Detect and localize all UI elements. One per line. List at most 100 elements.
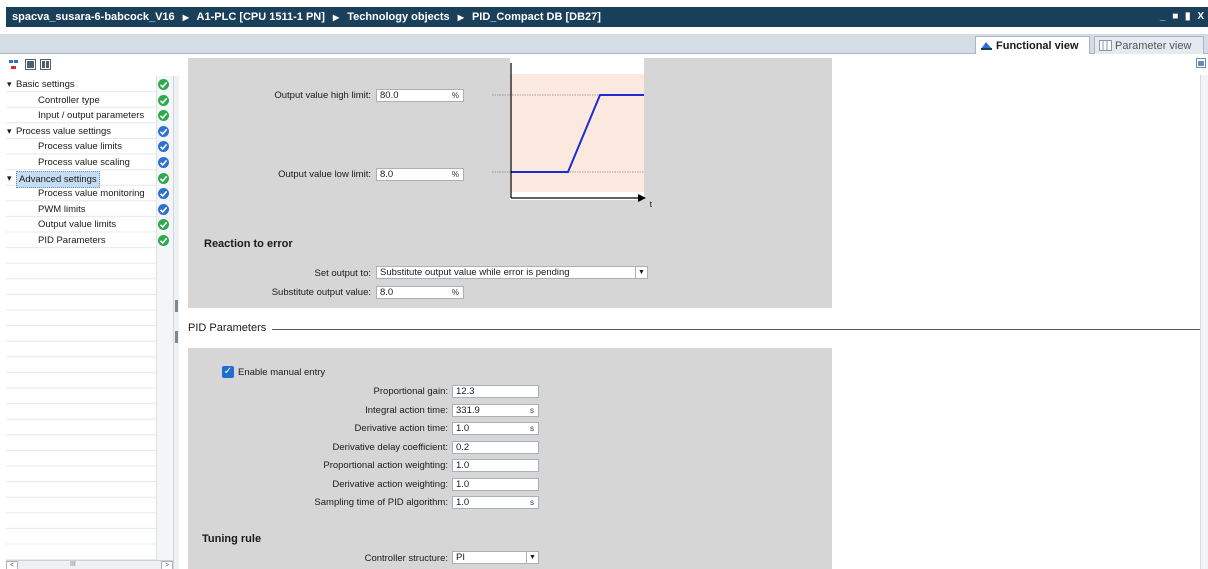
sampling-time-of-pid-algorithm-value: 1.0 [456, 497, 470, 508]
pid-parameters-section-title: PID Parameters [188, 322, 267, 334]
tree-item-process-value-limits[interactable]: Process value limits [6, 139, 173, 155]
time-axis-label: t [650, 200, 652, 208]
tree-item-label: PID Parameters [38, 235, 106, 246]
dropdown-arrow-icon[interactable]: ▼ [526, 552, 538, 563]
tree-horizontal-scrollbar[interactable]: < III > [6, 560, 173, 569]
tree-item-basic-settings[interactable]: ▾ Basic settings [6, 77, 173, 93]
breadcrumb-separator-icon: ▶ [457, 13, 464, 22]
set-output-value: Substitute output value while error is p… [380, 267, 570, 278]
sampling-time-of-pid-algorithm-field[interactable]: 1.0 s [452, 496, 539, 509]
controller-structure-dropdown[interactable]: PI ▼ [452, 551, 539, 564]
output-high-limit-field[interactable]: 80.0 % [376, 89, 464, 102]
enable-manual-entry-label: Enable manual entry [238, 367, 326, 378]
substitute-output-label: Substitute output value: [271, 287, 371, 298]
proportional-action-weighting-value: 1.0 [456, 460, 470, 471]
expand-all-icon[interactable] [25, 59, 36, 70]
dropdown-arrow-icon[interactable]: ▼ [635, 267, 647, 278]
proportional-action-weighting-field[interactable]: 1.0 [452, 459, 539, 472]
status-ok-icon [158, 110, 169, 122]
tree-item-pid-parameters[interactable]: PID Parameters [6, 233, 173, 249]
splitter-collapse-handle[interactable] [175, 300, 178, 312]
tree-item-process-value-monitoring[interactable]: Process value monitoring [6, 186, 173, 202]
derivative-action-weighting-value: 1.0 [456, 478, 470, 490]
proportional-gain-label: Proportional gain: [373, 386, 448, 397]
network-icon[interactable] [8, 59, 19, 70]
output-high-limit-unit: % [451, 91, 459, 100]
output-limits-diagram: t [492, 58, 652, 208]
tree-item-label: Input / output parameters [38, 110, 145, 122]
view-switch-bar: Functional view Parameter view [0, 34, 1208, 54]
output-low-limit-label: Output value low limit: [278, 169, 371, 180]
controller-structure-value: PI [456, 552, 465, 563]
tree-item-label: Process value scaling [38, 157, 130, 168]
scroll-right-button[interactable]: > [161, 561, 173, 569]
tab-functional-view-label: Functional view [996, 40, 1079, 52]
expand-arrow-icon[interactable]: ▾ [7, 171, 12, 186]
pid-parameters-panel: ✓ Enable manual entry Proportional gain:… [188, 348, 832, 569]
tree-item-input-output-parameters[interactable]: Input / output parameters [6, 108, 173, 124]
proportional-gain-field[interactable]: 12.3 [452, 385, 539, 398]
set-output-dropdown[interactable]: Substitute output value while error is p… [376, 266, 648, 279]
tree-item-advanced-settings[interactable]: ▾ Advanced settings [6, 170, 173, 188]
integral-action-time-field[interactable]: 331.9 s [452, 403, 539, 417]
breadcrumb-item-technology-objects[interactable]: Technology objects [347, 11, 449, 23]
tree-item-label: Process value limits [38, 141, 122, 153]
breadcrumb-item-plc[interactable]: A1-PLC [CPU 1511-1 PN] [197, 11, 325, 23]
output-low-limit-field[interactable]: 8.0 % [376, 168, 464, 181]
scroll-left-button[interactable]: < [6, 561, 18, 569]
tree-item-process-value-scaling[interactable]: Process value scaling [6, 155, 173, 171]
tree-item-pwm-limits[interactable]: PWM limits [6, 202, 173, 218]
status-ok-icon [158, 172, 169, 184]
status-ok-icon [158, 235, 169, 246]
breadcrumb-separator-icon: ▶ [332, 13, 340, 22]
sampling-time-of-pid-algorithm-unit: s [530, 498, 534, 507]
output-high-limit-label: Output value high limit: [274, 90, 371, 101]
status-ok-icon [158, 94, 169, 106]
output-high-limit-value: 80.0 [380, 90, 399, 101]
substitute-output-field[interactable]: 8.0 % [376, 286, 464, 299]
integral-action-time-unit: s [530, 405, 534, 415]
derivative-delay-coefficient-field[interactable]: 0.2 [452, 440, 539, 454]
diagram-limit-band [510, 74, 644, 192]
tree-item-process-value-settings[interactable]: ▾ Process value settings [6, 124, 173, 140]
tree-item-label: Process value monitoring [38, 188, 145, 200]
tree-item-label: Process value settings [16, 125, 112, 137]
expand-arrow-icon[interactable]: ▾ [7, 77, 12, 92]
derivative-action-time-unit: s [530, 424, 534, 433]
splitter-expand-handle[interactable] [175, 331, 178, 343]
status-info-icon [158, 188, 169, 200]
derivative-delay-coefficient-label: Derivative delay coefficient: [332, 441, 448, 453]
derivative-action-weighting-label: Derivative action weighting: [332, 478, 448, 490]
enable-manual-entry-checkbox[interactable]: ✓ [222, 366, 234, 378]
breadcrumb-item-pid-compact[interactable]: PID_Compact DB [DB27] [472, 11, 601, 23]
status-info-icon [158, 141, 169, 153]
derivative-action-weighting-field[interactable]: 1.0 [452, 477, 539, 491]
tab-functional-view[interactable]: Functional view [975, 36, 1090, 54]
panel-options-icon[interactable] [1196, 58, 1206, 68]
expand-arrow-icon[interactable]: ▾ [7, 124, 12, 139]
status-ok-icon [158, 79, 169, 90]
substitute-output-unit: % [451, 288, 459, 297]
reaction-to-error-title: Reaction to error [204, 238, 293, 250]
tree-item-label: PWM limits [38, 203, 86, 215]
collapse-all-icon[interactable] [40, 59, 51, 70]
tree-item-label: Controller type [38, 94, 100, 106]
tree-item-label: Advanced settings [16, 170, 100, 188]
tree-item-output-value-limits[interactable]: Output value limits [6, 217, 173, 233]
derivative-action-time-value: 1.0 [456, 423, 470, 434]
derivative-delay-coefficient-value: 0.2 [456, 441, 470, 453]
panel-splitter[interactable] [173, 76, 179, 569]
tree-item-controller-type[interactable]: Controller type [6, 93, 173, 109]
content-vertical-scrollbar[interactable] [1200, 75, 1208, 569]
tab-parameter-view[interactable]: Parameter view [1094, 36, 1204, 54]
derivative-action-time-field[interactable]: 1.0 s [452, 422, 539, 435]
breadcrumb-separator-icon: ▶ [182, 13, 189, 22]
scroll-thumb-grip[interactable]: III [70, 561, 76, 568]
tree-toolbar [6, 58, 166, 74]
breadcrumb: spacva_susara-6-babcock_V16 ▶ A1-PLC [CP… [6, 7, 1208, 27]
substitute-output-value: 8.0 [380, 287, 394, 298]
status-ok-icon [158, 219, 169, 231]
window-controls[interactable]: _ ■ ▮ X [1160, 7, 1206, 27]
proportional-action-weighting-label: Proportional action weighting: [323, 460, 448, 471]
breadcrumb-item-project[interactable]: spacva_susara-6-babcock_V16 [12, 11, 175, 23]
